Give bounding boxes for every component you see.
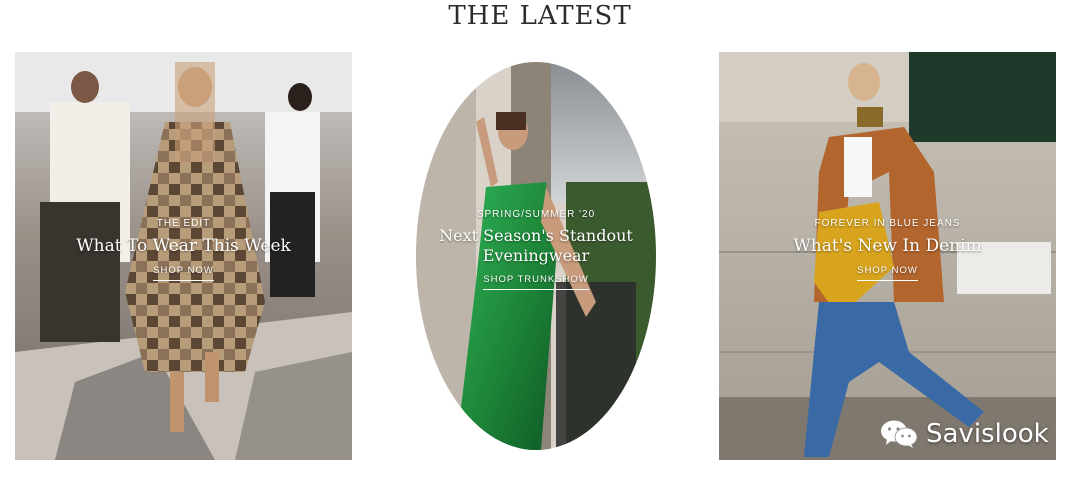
card-overlay: THE EDIT What To Wear This Week SHOP NOW [15,217,352,281]
card-overlay: SPRING/SUMMER '20 Next Season's Standout… [416,208,656,290]
card-overlay: FOREVER IN BLUE JEANS What's New In Deni… [719,217,1056,281]
card-kicker: FOREVER IN BLUE JEANS [814,218,961,229]
section-heading: THE LATEST [448,1,632,31]
watermark: Savislook [880,418,1049,450]
card-title[interactable]: What To Wear This Week [15,236,352,257]
card-title[interactable]: Next Season's Standout Eveningwear [436,226,636,266]
card-what-to-wear[interactable]: THE EDIT What To Wear This Week SHOP NOW [15,52,352,460]
watermark-text: Savislook [926,419,1049,449]
card-eveningwear[interactable]: SPRING/SUMMER '20 Next Season's Standout… [416,62,656,450]
shop-now-link[interactable]: SHOP NOW [857,265,918,281]
shop-trunkshow-link[interactable]: SHOP TRUNKSHOW [483,274,589,290]
card-denim[interactable]: FOREVER IN BLUE JEANS What's New In Deni… [719,52,1056,460]
wechat-icon [881,420,918,448]
card-title[interactable]: What's New In Denim [719,236,1056,257]
shop-now-link[interactable]: SHOP NOW [153,265,214,281]
card-kicker: SPRING/SUMMER '20 [476,209,596,220]
card-kicker: THE EDIT [156,218,211,229]
